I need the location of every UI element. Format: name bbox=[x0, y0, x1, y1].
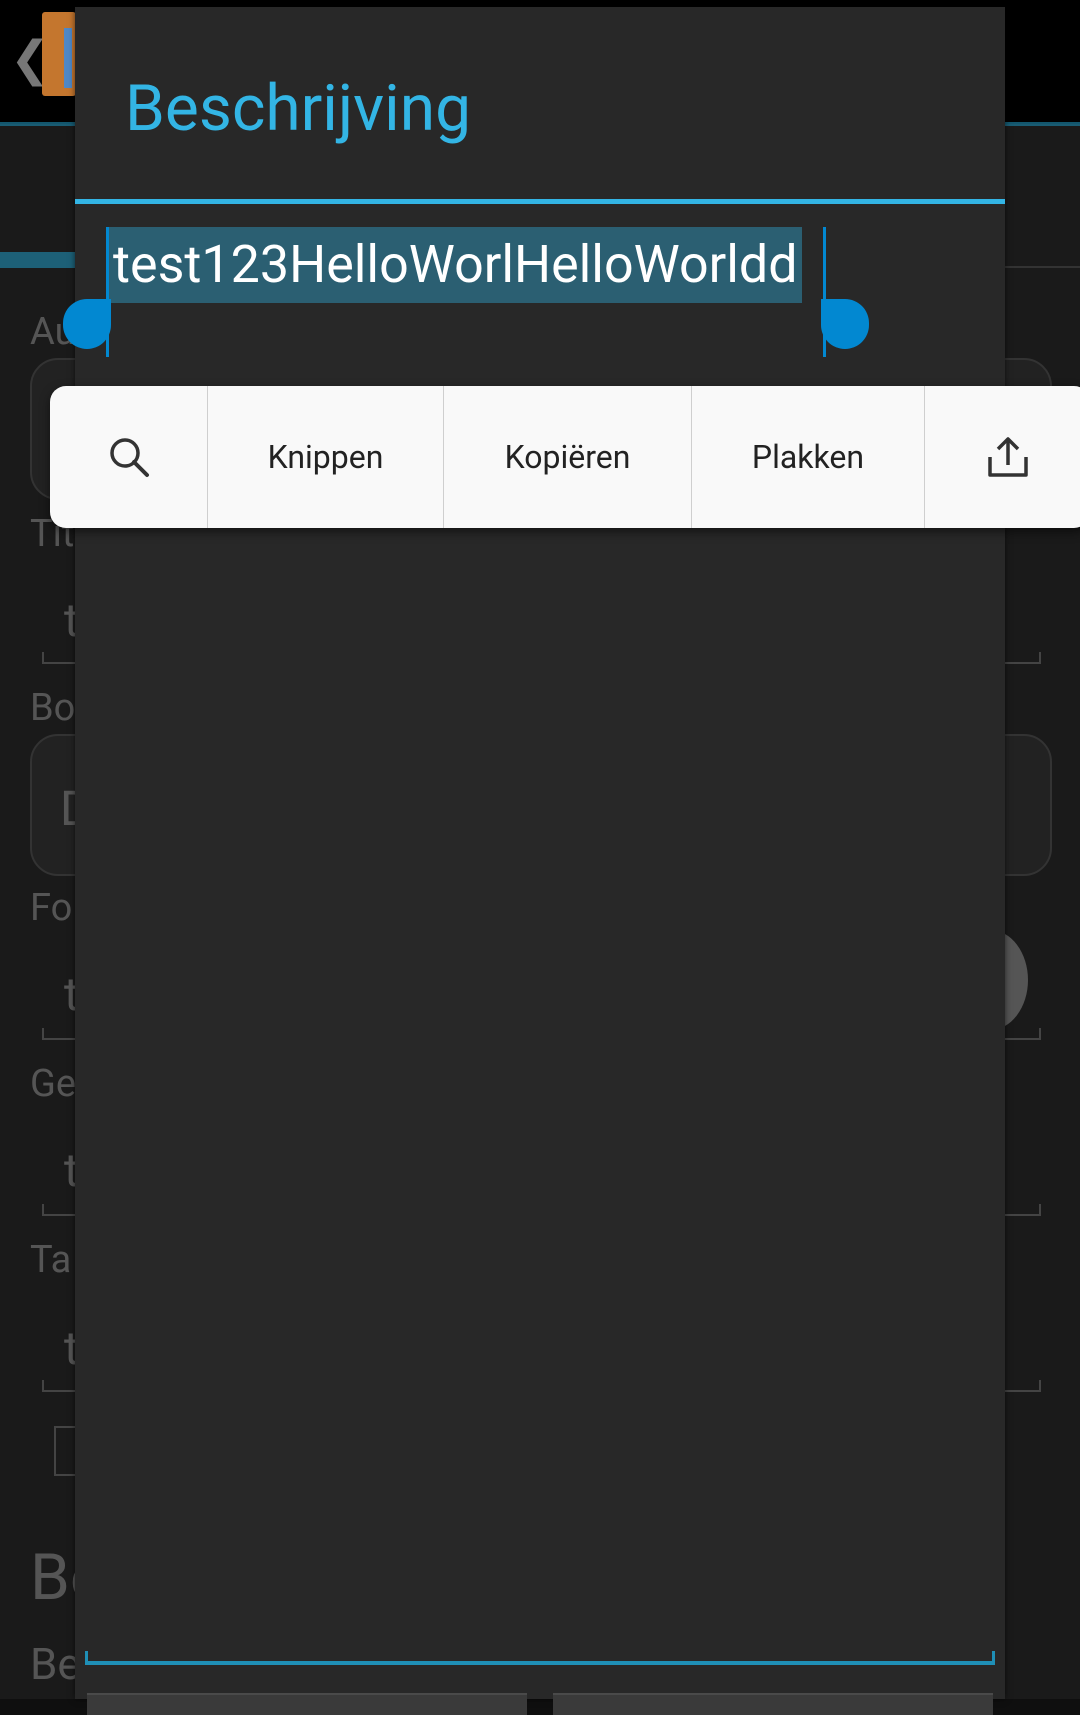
description-input-underline bbox=[85, 1651, 995, 1665]
background-tab-indicator bbox=[0, 252, 80, 268]
selection-end-handle[interactable] bbox=[821, 299, 869, 349]
text-selection-toolbar: Knippen Kopiëren Plakken bbox=[50, 386, 1080, 528]
copy-button[interactable]: Kopiëren bbox=[444, 386, 692, 528]
dialog-title-divider bbox=[75, 199, 1005, 204]
dialog-button-right[interactable] bbox=[553, 1693, 993, 1715]
background-label-fo: Fo bbox=[30, 886, 73, 930]
description-input-selected-text[interactable]: test123HelloWorlHelloWorldd bbox=[109, 227, 802, 303]
background-label-tags: Ta bbox=[30, 1238, 72, 1282]
dialog-title: Beschrijving bbox=[125, 71, 471, 146]
cut-button[interactable]: Knippen bbox=[208, 386, 444, 528]
search-button[interactable] bbox=[50, 386, 208, 528]
selection-start-handle[interactable] bbox=[63, 299, 111, 349]
share-button[interactable] bbox=[925, 386, 1080, 528]
app-logo-icon bbox=[42, 12, 76, 96]
background-label-ge: Ge bbox=[30, 1062, 77, 1106]
description-dialog: Beschrijving test123HelloWorlHelloWorldd bbox=[63, 7, 1005, 1715]
dialog-button-left[interactable] bbox=[87, 1693, 527, 1715]
paste-button[interactable]: Plakken bbox=[692, 386, 925, 528]
share-icon bbox=[987, 437, 1028, 477]
background-label-book: Bo bbox=[30, 686, 76, 730]
search-icon bbox=[109, 438, 149, 477]
background-section-sub: Be bbox=[30, 1638, 81, 1690]
